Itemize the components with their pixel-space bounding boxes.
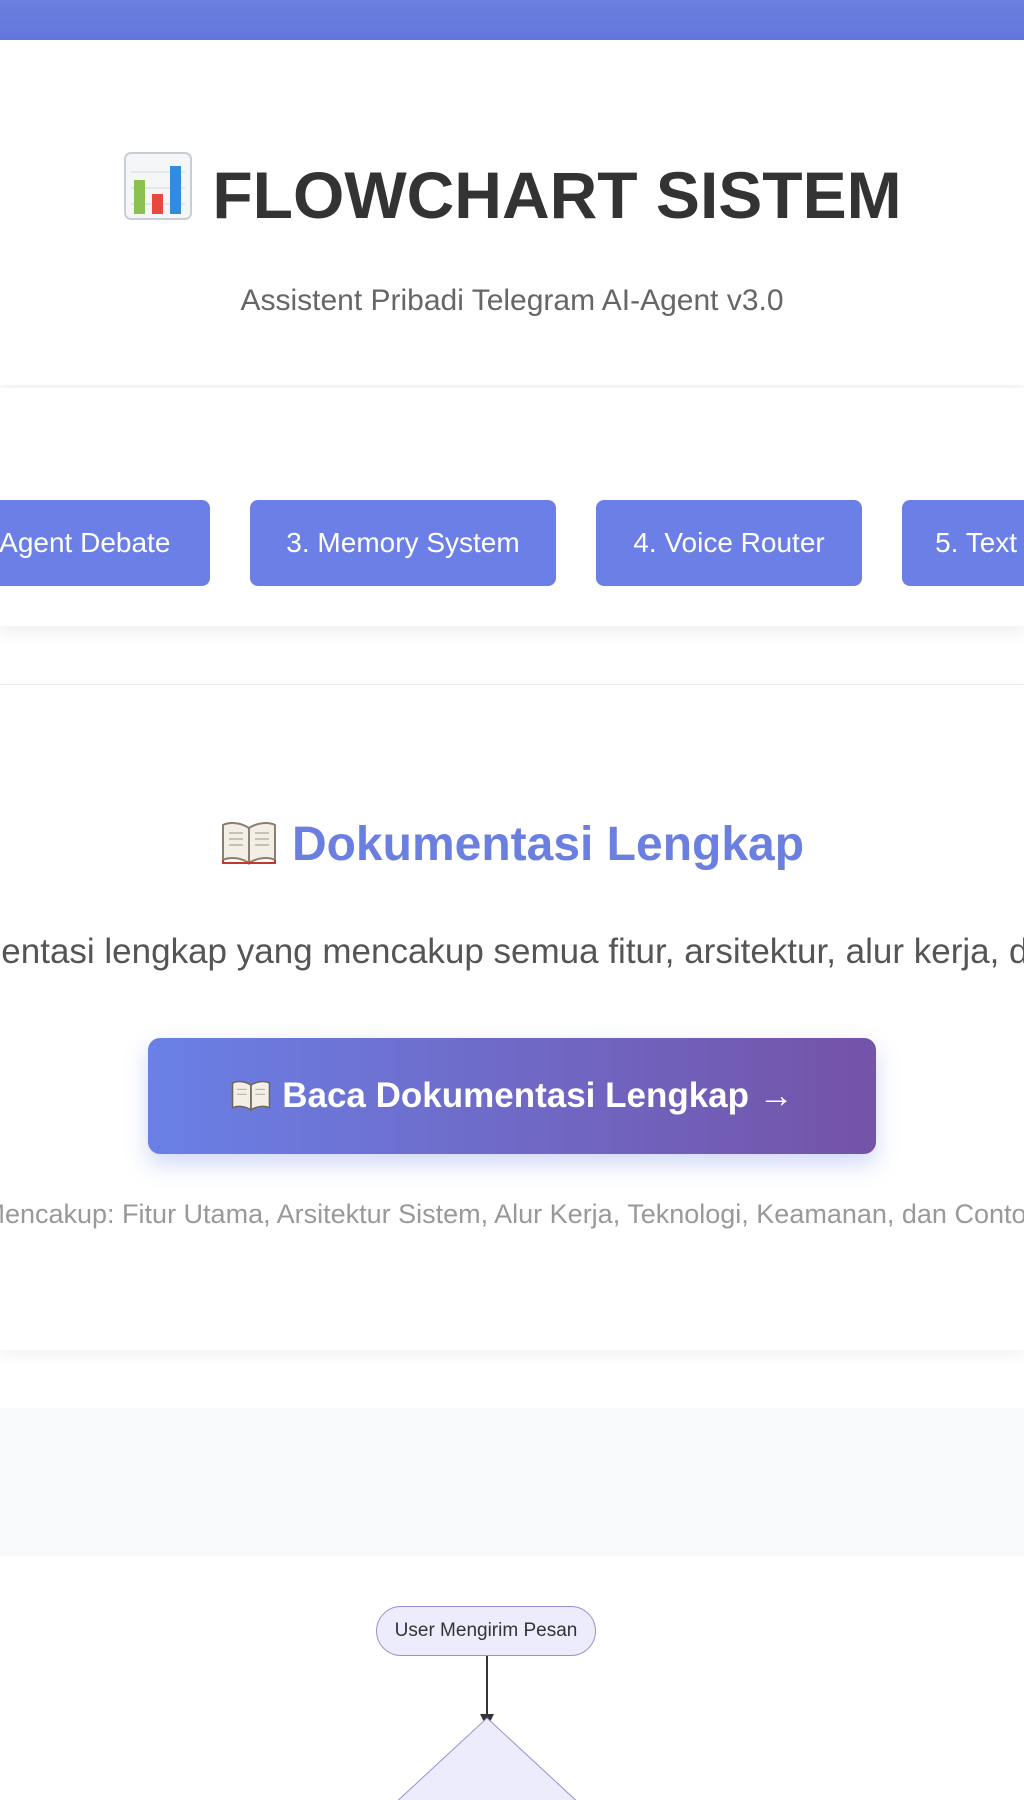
open-book-icon: [232, 1080, 271, 1112]
nav-button-text-router[interactable]: 5. Text Router: [902, 500, 1024, 586]
nav-button-voice-router[interactable]: 4. Voice Router: [596, 500, 862, 586]
page-title: FLOWCHART SISTEM: [0, 150, 1024, 235]
bar-chart-icon: [124, 152, 193, 220]
read-documentation-button[interactable]: Baca Dokumentasi Lengkap →: [148, 1038, 876, 1154]
flowchart-header-band: [0, 1408, 1024, 1556]
flowchart-canvas: User Mengirim Pesan: [0, 1556, 1024, 1800]
nav-button-memory-system[interactable]: 3. Memory System: [250, 500, 556, 586]
nav-button-multi-agent-debate[interactable]: 2. Multi-Agent Debate: [0, 500, 210, 586]
flow-decision-node: [397, 1717, 577, 1800]
documentation-section: Dokumentasi Lengkap Baca dokumentasi len…: [0, 685, 1024, 1350]
documentation-title-text: Dokumentasi Lengkap: [291, 818, 805, 871]
read-documentation-button-label: Baca Dokumentasi Lengkap →: [282, 1076, 794, 1115]
flow-start-node[interactable]: User Mengirim Pesan: [376, 1606, 596, 1656]
documentation-description: Baca dokumentasi lengkap yang mencakup s…: [0, 932, 1024, 971]
documentation-title: Dokumentasi Lengkap: [0, 815, 1024, 875]
open-book-icon: [221, 822, 276, 865]
section-nav-panel: 2. Multi-Agent Debate 3. Memory System 4…: [0, 388, 1024, 626]
page-title-text: FLOWCHART SISTEM: [212, 158, 902, 232]
documentation-coverage-note: Mencakup: Fitur Utama, Arsitektur Sistem…: [0, 1199, 1024, 1229]
top-accent-bar: [0, 0, 1024, 40]
page-subtitle: Assistent Pribadi Telegram AI-Agent v3.0: [240, 284, 784, 317]
flowchart-diagram: [397, 1656, 577, 1800]
